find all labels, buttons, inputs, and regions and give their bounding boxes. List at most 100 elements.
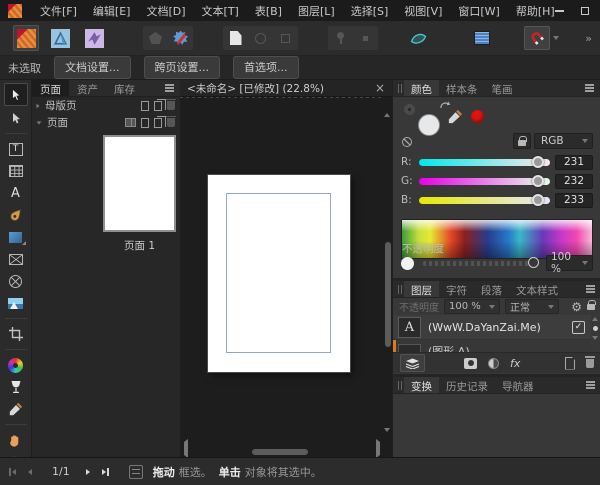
- duplicate-page-icon[interactable]: [154, 118, 162, 128]
- place-image-tool[interactable]: [4, 293, 28, 313]
- table-tool[interactable]: [4, 161, 28, 181]
- layer-row[interactable]: A (WwW.DaYanZai.Me) ✓: [393, 315, 591, 340]
- pin-button[interactable]: [328, 26, 353, 50]
- spread-icon[interactable]: [125, 118, 136, 127]
- pages-row[interactable]: 页面: [32, 114, 180, 131]
- toolbar-overflow-icon[interactable]: »: [585, 32, 592, 45]
- ellipse-button[interactable]: [248, 26, 273, 50]
- transparency-tool[interactable]: [4, 377, 28, 397]
- anchor-button[interactable]: [353, 26, 378, 50]
- duplicate-master-icon[interactable]: [154, 101, 162, 111]
- move-tool[interactable]: [4, 83, 28, 106]
- selection-mode-icon[interactable]: [129, 465, 143, 479]
- previous-page-button[interactable]: [28, 469, 32, 475]
- scroll-left-arrow[interactable]: [184, 442, 188, 455]
- add-page-icon[interactable]: [141, 118, 149, 128]
- layer-opacity-dropdown[interactable]: 100 %: [444, 299, 500, 314]
- add-master-icon[interactable]: [141, 101, 149, 111]
- layers-stack-button[interactable]: [400, 354, 425, 372]
- effects-icon[interactable]: fx: [510, 357, 520, 370]
- scroll-up-icon[interactable]: [592, 317, 598, 321]
- color-model-dropdown[interactable]: RGB: [534, 133, 593, 149]
- red-slider[interactable]: [419, 159, 550, 166]
- blue-value[interactable]: 233: [555, 193, 593, 208]
- menu-window[interactable]: 窗口[W]: [458, 3, 499, 19]
- first-page-button[interactable]: [9, 468, 16, 476]
- last-page-button[interactable]: [102, 468, 109, 476]
- view-hand-tool[interactable]: [4, 430, 28, 450]
- mask-icon[interactable]: [464, 358, 477, 369]
- layer-thumbnail[interactable]: A: [398, 317, 421, 338]
- spread-setup-button[interactable]: 跨页设置...: [144, 56, 221, 79]
- menu-select[interactable]: 选择[S]: [351, 3, 389, 19]
- crop-tool[interactable]: [4, 324, 28, 344]
- baseline-grid-button[interactable]: [469, 26, 494, 50]
- panel-menu-button[interactable]: [579, 80, 600, 96]
- canvas[interactable]: [180, 97, 392, 457]
- persona-publisher-button[interactable]: [13, 25, 39, 51]
- panel-grip-icon[interactable]: [393, 377, 404, 393]
- menu-text[interactable]: 文本[T]: [202, 3, 239, 19]
- no-fill-icon[interactable]: [402, 137, 412, 147]
- page-spread[interactable]: [208, 175, 350, 372]
- green-slider[interactable]: [419, 178, 550, 185]
- picture-frame-rectangle-tool[interactable]: [4, 249, 28, 269]
- snapping-button[interactable]: [524, 26, 550, 50]
- maximize-icon[interactable]: [581, 7, 589, 15]
- slider-knob[interactable]: [532, 194, 544, 206]
- tab-transform[interactable]: 变换: [404, 377, 439, 393]
- document-setup-button[interactable]: 文档设置...: [54, 56, 131, 79]
- blend-mode-dropdown[interactable]: 正常: [505, 299, 559, 314]
- menu-edit[interactable]: 编辑[E]: [93, 3, 131, 19]
- expand-arrow-icon[interactable]: [36, 103, 39, 108]
- star-badge-button[interactable]: [168, 26, 193, 50]
- fill-tool[interactable]: [4, 355, 28, 375]
- scroll-right-arrow[interactable]: [376, 442, 380, 455]
- document-close-icon[interactable]: ×: [375, 82, 385, 94]
- tab-stock[interactable]: 库存: [106, 80, 143, 96]
- tab-color[interactable]: 颜色: [404, 80, 439, 96]
- menu-help[interactable]: 帮助[H]: [516, 3, 555, 19]
- tab-assets[interactable]: 资产: [69, 80, 106, 96]
- fill-swatch[interactable]: [418, 114, 440, 136]
- page-thumbnail[interactable]: [103, 135, 176, 232]
- tab-paragraph[interactable]: 段落: [474, 281, 509, 297]
- color-lock-button[interactable]: [513, 133, 531, 149]
- opacity-value-dropdown[interactable]: 100 %: [546, 255, 593, 271]
- frame-text-tool[interactable]: T: [4, 139, 28, 159]
- layers-scrollbar[interactable]: [590, 315, 600, 353]
- frame-button[interactable]: [273, 26, 298, 50]
- color-eyedropper-icon[interactable]: [448, 109, 463, 124]
- slider-knob[interactable]: [532, 175, 544, 187]
- tab-swatches[interactable]: 样本条: [439, 80, 485, 96]
- slider-knob[interactable]: [528, 257, 539, 268]
- pen-tool[interactable]: [4, 205, 28, 225]
- snapping-dropdown[interactable]: [550, 26, 562, 50]
- picked-color-swatch[interactable]: [471, 110, 484, 123]
- scroll-down-arrow[interactable]: [384, 432, 390, 445]
- tab-layers[interactable]: 图层: [404, 281, 439, 297]
- rectangle-tool[interactable]: [4, 227, 28, 247]
- node-tool[interactable]: [4, 108, 28, 128]
- layer-row[interactable]: (图形 A): [393, 341, 591, 352]
- panel-grip-icon[interactable]: [393, 281, 404, 297]
- badge-button[interactable]: [143, 26, 168, 50]
- collapse-arrow-icon[interactable]: [37, 121, 42, 124]
- opacity-swatch[interactable]: [401, 257, 414, 270]
- minimize-icon[interactable]: [555, 10, 564, 12]
- slider-knob[interactable]: [532, 156, 544, 168]
- tab-character[interactable]: 字符: [439, 281, 474, 297]
- preferences-button[interactable]: 首选项...: [233, 56, 299, 79]
- menu-table[interactable]: 表[B]: [255, 3, 282, 19]
- artistic-text-tool[interactable]: A: [4, 183, 28, 203]
- page-button[interactable]: [223, 26, 248, 50]
- vertical-scrollbar[interactable]: [385, 242, 391, 347]
- horizontal-scrollbar[interactable]: [252, 449, 308, 455]
- layer-thumbnail[interactable]: [398, 344, 421, 353]
- master-pages-row[interactable]: 母版页: [32, 97, 180, 114]
- layer-visibility-checkbox[interactable]: ✓: [572, 321, 585, 334]
- menu-view[interactable]: 视图[V]: [404, 3, 442, 19]
- scroll-up-arrow[interactable]: [384, 100, 390, 113]
- tab-text-styles[interactable]: 文本样式: [509, 281, 565, 297]
- green-value[interactable]: 232: [555, 174, 593, 189]
